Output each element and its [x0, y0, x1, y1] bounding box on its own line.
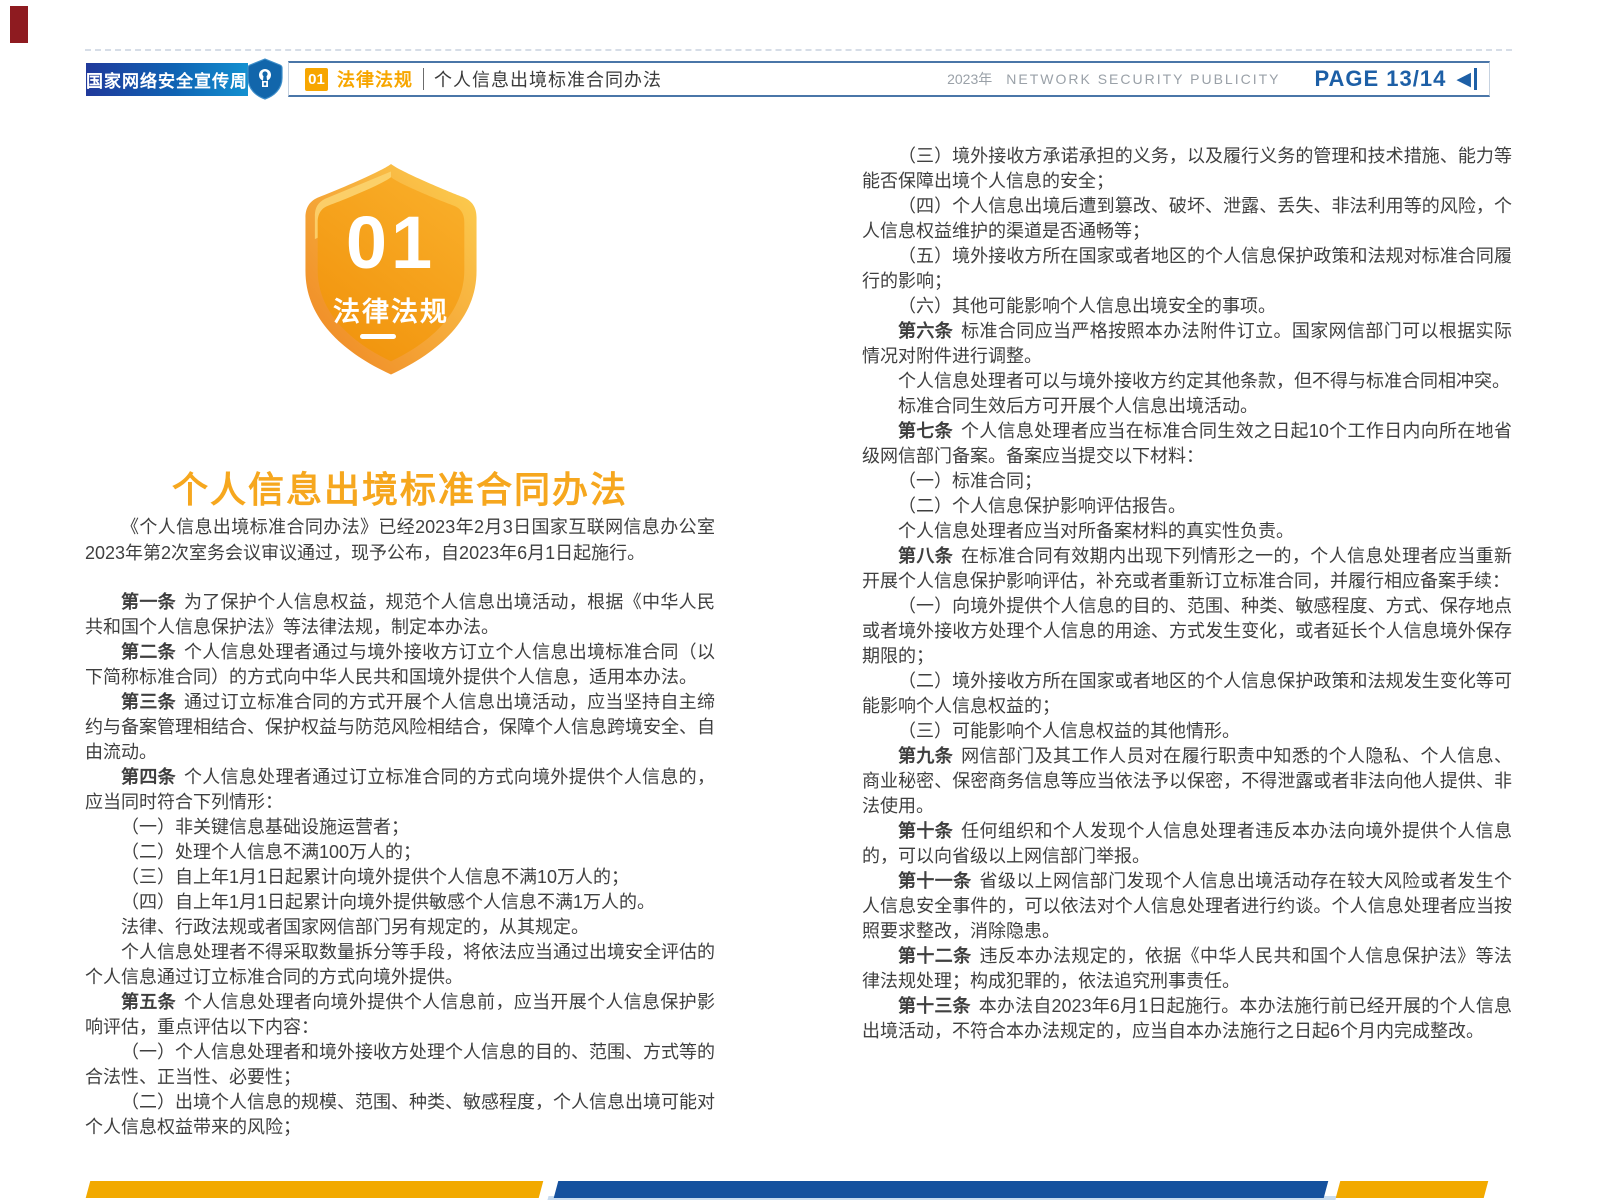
page-indicator: PAGE 13/14 [1314, 66, 1446, 92]
article-paragraph: 第九条网信部门及其工作人员对在履行职责中知悉的个人隐私、个人信息、商业秘密、保密… [862, 744, 1512, 819]
corner-mark [10, 6, 28, 43]
article-number: 第五条 [121, 992, 176, 1012]
article-number: 第九条 [898, 746, 953, 766]
article-number: 第三条 [121, 692, 176, 712]
top-dashed-rule [85, 49, 1512, 51]
article-paragraph: 第三条通过订立标准合同的方式开展个人信息出境活动，应当坚持自主缔约与备案管理相结… [85, 690, 715, 765]
article-number: 第一条 [121, 592, 176, 612]
article-number: 第二条 [121, 642, 176, 662]
article-paragraph: 第七条个人信息处理者应当在标准合同生效之日起10个工作日内向所在地省级网信部门备… [862, 419, 1512, 469]
emblem-label: 法律法规 [297, 290, 485, 329]
emblem-dash [360, 334, 396, 339]
article-paragraph: （六）其他可能影响个人信息出境安全的事项。 [862, 294, 1512, 319]
footer-stripe-orange-right [1336, 1181, 1489, 1198]
article-paragraph: （二）处理个人信息不满100万人的； [85, 840, 715, 865]
article-number: 第十三条 [898, 996, 971, 1016]
article-paragraph: 个人信息处理者应当对所备案材料的真实性负责。 [862, 519, 1512, 544]
article-paragraph: 第四条个人信息处理者通过订立标准合同的方式向境外提供个人信息的，应当同时符合下列… [85, 765, 715, 815]
article-number: 第六条 [898, 321, 953, 341]
article-title: 个人信息出境标准合同办法 [85, 461, 715, 513]
article-number: 第十二条 [898, 946, 972, 966]
article-paragraph: （二）出境个人信息的规模、范围、种类、敏感程度，个人信息出境可能对个人信息权益带… [85, 1090, 715, 1140]
article-number: 第十一条 [898, 871, 972, 891]
article-number: 第四条 [121, 767, 176, 787]
article-number: 第七条 [898, 421, 953, 441]
right-column-paragraphs: （三）境外接收方承诺承担的义务，以及履行义务的管理和技术措施、能力等能否保障出境… [862, 144, 1512, 1044]
header-year: 2023年 [947, 69, 992, 89]
article-paragraph: 第五条个人信息处理者向境外提供个人信息前，应当开展个人信息保护影响评估，重点评估… [85, 990, 715, 1040]
article-paragraph: （四）自上年1月1日起累计向境外提供敏感个人信息不满1万人的。 [85, 890, 715, 915]
article-paragraph: （三）可能影响个人信息权益的其他情形。 [862, 719, 1512, 744]
article-paragraph: （二）境外接收方所在国家或者地区的个人信息保护政策和法规发生变化等可能影响个人信… [862, 669, 1512, 719]
left-column-paragraphs: 第一条为了保护个人信息权益，规范个人信息出境活动，根据《中华人民共和国个人信息保… [85, 590, 715, 1140]
article-paragraph: （一）向境外提供个人信息的目的、范围、种类、敏感程度、方式、保存地点或者境外接收… [862, 594, 1512, 669]
brand-badge: 国家网络安全宣传周 [86, 63, 248, 96]
header-publicity-text: NETWORK SECURITY PUBLICITY [1006, 71, 1280, 87]
article-number: 第十条 [898, 821, 953, 841]
article-paragraph: （三）自上年1月1日起累计向境外提供个人信息不满10万人的； [85, 865, 715, 890]
header-divider [423, 68, 424, 90]
article-paragraph: （一）个人信息处理者和境外接收方处理个人信息的目的、范围、方式等的合法性、正当性… [85, 1040, 715, 1090]
chapter-shield-emblem: 01 法律法规 [297, 148, 485, 398]
emblem-number: 01 [297, 200, 485, 285]
article-intro: 《个人信息出境标准合同办法》已经2023年2月3日国家互联网信息办公室2023年… [85, 514, 715, 566]
article-paragraph: 第十条任何组织和个人发现个人信息处理者违反本办法向境外提供个人信息的，可以向省级… [862, 819, 1512, 869]
page-back-icon[interactable]: ◀ [1456, 68, 1477, 91]
section-number-badge: 01 [305, 68, 328, 91]
article-paragraph: 第十二条违反本办法规定的，依据《中华人民共和国个人信息保护法》等法律法规处理；构… [862, 944, 1512, 994]
article-paragraph: （四）个人信息出境后遭到篡改、破坏、泄露、丢失、非法利用等的风险，个人信息权益维… [862, 194, 1512, 244]
brand-label: 国家网络安全宣传周 [86, 67, 248, 92]
article-paragraph: 第一条为了保护个人信息权益，规范个人信息出境活动，根据《中华人民共和国个人信息保… [85, 590, 715, 640]
document-page: 国家网络安全宣传周 01 法律法规 个人信息出境标准合同办法 2023年 NET… [0, 0, 1600, 1200]
back-triangle-icon: ◀ [1456, 68, 1471, 91]
article-paragraph: 法律、行政法规或者国家网信部门另有规定的，从其规定。 [85, 915, 715, 940]
article-paragraph: 个人信息处理者不得采取数量拆分等手段，将依法应当通过出境安全评估的个人信息通过订… [85, 940, 715, 990]
article-paragraph: 标准合同生效后方可开展个人信息出境活动。 [862, 394, 1512, 419]
security-shield-icon [247, 58, 283, 100]
header-bar: 01 法律法规 个人信息出境标准合同办法 2023年 NETWORK SECUR… [288, 61, 1490, 97]
article-paragraph: （一）标准合同； [862, 469, 1512, 494]
footer-stripe-orange-left [86, 1181, 544, 1198]
article-paragraph: 第八条在标准合同有效期内出现下列情形之一的，个人信息处理者应当重新开展个人信息保… [862, 544, 1512, 594]
article-paragraph: 第六条标准合同应当严格按照本办法附件订立。国家网信部门可以根据实际情况对附件进行… [862, 319, 1512, 369]
article-paragraph: （五）境外接收方所在国家或者地区的个人信息保护政策和法规对标准合同履行的影响； [862, 244, 1512, 294]
article-paragraph: 第十三条本办法自2023年6月1日起施行。本办法施行前已经开展的个人信息出境活动… [862, 994, 1512, 1044]
article-paragraph: 个人信息处理者可以与境外接收方约定其他条款，但不得与标准合同相冲突。 [862, 369, 1512, 394]
article-paragraph: （一）非关键信息基础设施运营者； [85, 815, 715, 840]
article-number: 第八条 [898, 546, 953, 566]
header-doc-title: 个人信息出境标准合同办法 [434, 66, 662, 92]
article-paragraph: 第二条个人信息处理者通过与境外接收方订立个人信息出境标准合同（以下简称标准合同）… [85, 640, 715, 690]
section-label: 法律法规 [337, 66, 413, 92]
article-paragraph: （三）境外接收方承诺承担的义务，以及履行义务的管理和技术措施、能力等能否保障出境… [862, 144, 1512, 194]
article-paragraph: 第十一条省级以上网信部门发现个人信息出境活动存在较大风险或者发生个人信息安全事件… [862, 869, 1512, 944]
footer-stripe-blue [554, 1181, 1329, 1198]
article-paragraph: （二）个人信息保护影响评估报告。 [862, 494, 1512, 519]
